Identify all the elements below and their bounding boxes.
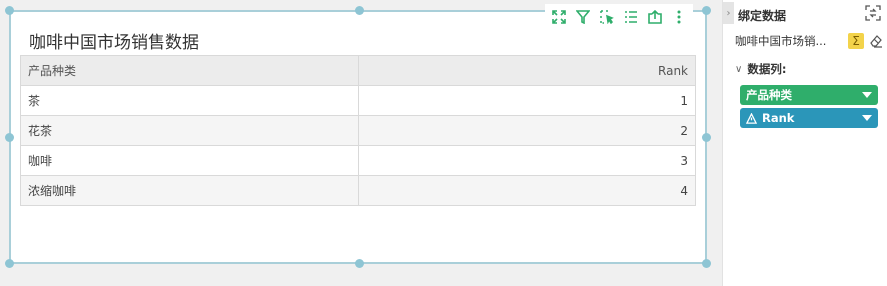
table-cell: 1 bbox=[358, 85, 696, 116]
resize-handle-left[interactable] bbox=[5, 133, 14, 142]
table-header-row: 产品种类 Rank bbox=[20, 55, 696, 86]
chevron-right-icon: › bbox=[726, 7, 731, 19]
field-label: 产品种类 bbox=[746, 88, 792, 102]
resize-handle-bottom[interactable] bbox=[355, 259, 364, 268]
collapse-panel-button[interactable]: › bbox=[723, 2, 734, 24]
sigma-button[interactable]: Σ bbox=[848, 33, 864, 49]
bind-data-panel: › 绑定数据 咖啡中国市场销... Σ ∨ 数据列: 产品种类 Rank bbox=[722, 0, 887, 286]
field-label: Rank bbox=[762, 111, 795, 125]
dropdown-caret-icon[interactable] bbox=[862, 115, 872, 121]
table-row[interactable]: 茶 1 bbox=[20, 85, 696, 116]
more-icon bbox=[677, 10, 681, 24]
resize-handle-top[interactable] bbox=[355, 6, 364, 15]
dropdown-caret-icon[interactable] bbox=[862, 92, 872, 98]
select-button[interactable] bbox=[597, 7, 617, 27]
widget-title: 咖啡中国市场销售数据 bbox=[29, 33, 199, 53]
table-cell: 2 bbox=[358, 115, 696, 146]
export-button[interactable] bbox=[645, 7, 665, 27]
column-header-product-type[interactable]: 产品种类 bbox=[20, 55, 359, 86]
expand-icon bbox=[552, 10, 566, 24]
list-button[interactable] bbox=[621, 7, 641, 27]
eraser-icon[interactable] bbox=[869, 34, 883, 48]
more-button[interactable] bbox=[669, 7, 689, 27]
table-cell: 4 bbox=[358, 175, 696, 206]
resize-handle-bottom-left[interactable] bbox=[5, 259, 14, 268]
data-columns-section[interactable]: ∨ 数据列: bbox=[735, 61, 786, 77]
table-cell: 花茶 bbox=[20, 115, 359, 146]
data-source-row: 咖啡中国市场销... Σ bbox=[735, 33, 883, 49]
export-icon bbox=[648, 10, 662, 24]
table-row[interactable]: 花茶 2 bbox=[20, 115, 696, 146]
switch-source-icon[interactable] bbox=[865, 5, 881, 21]
table-cell: 3 bbox=[358, 145, 696, 176]
field-pill-rank[interactable]: Rank bbox=[740, 108, 878, 128]
widget-toolbar bbox=[545, 4, 693, 30]
section-label: 数据列: bbox=[747, 62, 787, 76]
column-header-rank[interactable]: Rank bbox=[358, 55, 696, 86]
resize-handle-top-left[interactable] bbox=[5, 6, 14, 15]
measure-icon bbox=[746, 112, 757, 124]
table-cell: 咖啡 bbox=[20, 145, 359, 176]
panel-title: 绑定数据 bbox=[738, 9, 787, 23]
resize-handle-right[interactable] bbox=[702, 133, 711, 142]
table-cell: 茶 bbox=[20, 85, 359, 116]
list-icon bbox=[625, 11, 637, 23]
chevron-down-icon: ∨ bbox=[735, 63, 743, 75]
data-source-name[interactable]: 咖啡中国市场销... bbox=[735, 33, 848, 49]
table-widget[interactable]: 咖啡中国市场销售数据 产品种类 Rank 茶 1 花茶 2 咖啡 3 浓缩咖啡 … bbox=[5, 4, 711, 268]
resize-handle-bottom-right[interactable] bbox=[702, 259, 711, 268]
table-row[interactable]: 浓缩咖啡 4 bbox=[20, 175, 696, 206]
filter-button[interactable] bbox=[573, 7, 593, 27]
dashboard-canvas: 咖啡中国市场销售数据 产品种类 Rank 茶 1 花茶 2 咖啡 3 浓缩咖啡 … bbox=[0, 0, 722, 286]
data-table: 产品种类 Rank 茶 1 花茶 2 咖啡 3 浓缩咖啡 4 bbox=[20, 55, 696, 206]
field-pill-product-type[interactable]: 产品种类 bbox=[740, 85, 878, 105]
table-row[interactable]: 咖啡 3 bbox=[20, 145, 696, 176]
expand-button[interactable] bbox=[549, 7, 569, 27]
resize-handle-top-right[interactable] bbox=[702, 6, 711, 15]
select-icon bbox=[600, 10, 614, 24]
filter-icon bbox=[576, 10, 590, 24]
table-cell: 浓缩咖啡 bbox=[20, 175, 359, 206]
